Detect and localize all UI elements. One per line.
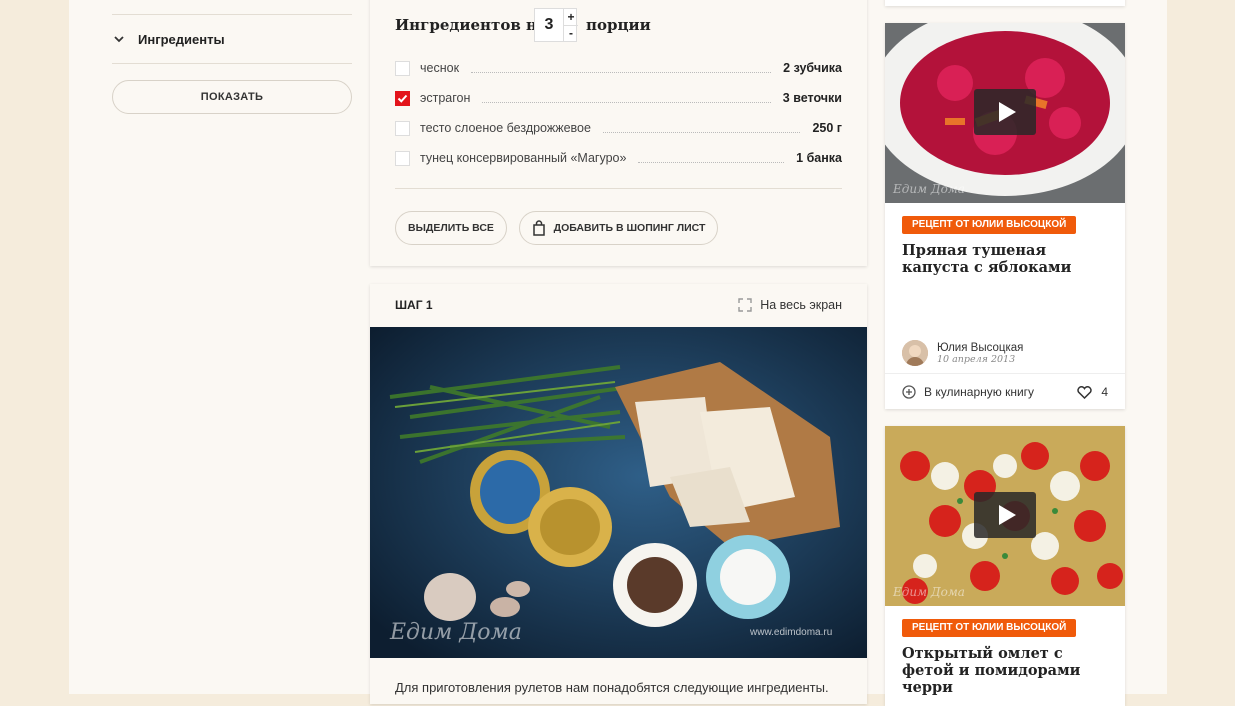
recipe-card-previous bbox=[885, 0, 1125, 6]
ingredient-amount: 1 банка bbox=[796, 151, 842, 165]
ingredient-checkbox[interactable] bbox=[395, 120, 410, 136]
likes-count: 4 bbox=[1101, 385, 1108, 399]
photo-watermark-logo: Едим Дома bbox=[389, 620, 522, 645]
filter-label: Ингредиенты bbox=[138, 31, 225, 47]
recipe-title[interactable]: Пряная тушеная капуста с яблоками bbox=[902, 242, 1112, 276]
leader-dots bbox=[638, 154, 785, 163]
checkmark-icon bbox=[397, 94, 408, 103]
select-all-button[interactable]: ВЫДЕЛИТЬ ВСЕ bbox=[395, 211, 507, 245]
add-to-shopping-list-label: ДОБАВИТЬ В ШОПИНГ ЛИСТ bbox=[553, 222, 706, 234]
leader-dots bbox=[602, 124, 801, 133]
ingredient-name: тесто слоеное бездрожжевое bbox=[420, 121, 591, 135]
ingredients-filter-toggle[interactable]: Ингредиенты bbox=[112, 14, 352, 64]
leader-dots bbox=[482, 94, 771, 103]
ingredient-checkbox-checked[interactable] bbox=[395, 90, 410, 106]
ingredient-amount: 3 веточки bbox=[782, 91, 842, 105]
fullscreen-button[interactable]: На весь экран bbox=[738, 298, 842, 312]
recipe-author[interactable]: Юлия Высоцкая 10 апреля 2013 bbox=[902, 340, 1023, 366]
recipe-video-thumbnail[interactable]: Едим Дома bbox=[885, 426, 1125, 606]
step-photo-image: Едим Дома www.edimdoma.ru bbox=[370, 327, 867, 658]
step-card: ШАГ 1 На весь экран Едим Дома www.edimdo… bbox=[370, 284, 867, 704]
step-photo[interactable]: Едим Дома www.edimdoma.ru bbox=[370, 327, 867, 658]
ingredient-name: чеснок bbox=[420, 61, 460, 75]
ingredient-name: тунец консервированный «Магуро» bbox=[420, 151, 627, 165]
ingredients-title-prefix: Ингредиентов на bbox=[395, 16, 547, 34]
step-description: Для приготовления рулетов нам понадобятс… bbox=[395, 680, 829, 695]
ingredient-checkbox[interactable] bbox=[395, 150, 410, 166]
add-to-cookbook-link[interactable]: В кулинарную книгу bbox=[924, 385, 1034, 399]
servings-plus-button[interactable]: + bbox=[563, 9, 578, 26]
step-title: ШАГ 1 bbox=[395, 298, 433, 312]
servings-value[interactable]: 3 bbox=[535, 9, 563, 41]
ingredients-title-suffix: порции bbox=[586, 16, 651, 34]
fullscreen-icon bbox=[738, 298, 752, 312]
recipe-author-badge[interactable]: РЕЦЕПТ ОТ ЮЛИИ ВЫСОЦКОЙ bbox=[902, 216, 1077, 234]
shopping-bag-icon bbox=[532, 220, 545, 236]
ingredient-name: эстрагон bbox=[420, 91, 471, 105]
recipe-title[interactable]: Открытый омлет с фетой и помидорами черр… bbox=[902, 645, 1112, 696]
ingredient-amount: 2 зубчика bbox=[783, 61, 842, 75]
ingredient-row[interactable]: чеснок 2 зубчика bbox=[395, 58, 842, 78]
photo-watermark-site: www.edimdoma.ru bbox=[749, 627, 832, 638]
add-circle-icon[interactable] bbox=[902, 385, 916, 399]
recipe-video-thumbnail[interactable]: Едим Дома bbox=[885, 23, 1125, 203]
recipe-author-badge[interactable]: РЕЦЕПТ ОТ ЮЛИИ ВЫСОЦКОЙ bbox=[902, 619, 1077, 637]
recipe-date: 10 апреля 2013 bbox=[937, 353, 1016, 365]
ingredient-checkbox[interactable] bbox=[395, 60, 410, 76]
ingredient-row[interactable]: эстрагон 3 веточки bbox=[395, 88, 842, 108]
avatar[interactable] bbox=[902, 340, 928, 366]
recipe-card-footer: В кулинарную книгу 4 bbox=[885, 373, 1125, 410]
ingredient-amount: 250 г bbox=[812, 121, 842, 135]
divider bbox=[395, 188, 842, 189]
play-icon[interactable] bbox=[974, 89, 1036, 135]
chevron-down-icon bbox=[114, 36, 124, 43]
show-button[interactable]: ПОКАЗАТЬ bbox=[112, 80, 352, 114]
fullscreen-label: На весь экран bbox=[760, 298, 842, 312]
author-name[interactable]: Юлия Высоцкая bbox=[937, 342, 1023, 354]
recipe-card[interactable]: Едим Дома РЕЦЕПТ ОТ ЮЛИИ ВЫСОЦКОЙ Пряная… bbox=[885, 23, 1125, 409]
servings-minus-button[interactable]: - bbox=[563, 25, 578, 41]
heart-icon[interactable] bbox=[1077, 385, 1093, 399]
recipe-card[interactable]: Едим Дома РЕЦЕПТ ОТ ЮЛИИ ВЫСОЦКОЙ Открыт… bbox=[885, 426, 1125, 706]
ingredients-card: Ингредиентов на 3 + - порции чеснок 2 зу… bbox=[370, 0, 867, 266]
ingredient-row[interactable]: тунец консервированный «Магуро» 1 банка bbox=[395, 148, 842, 168]
ingredient-row[interactable]: тесто слоеное бездрожжевое 250 г bbox=[395, 118, 842, 138]
thumbnail-watermark-logo: Едим Дома bbox=[892, 182, 965, 196]
servings-stepper[interactable]: 3 + - bbox=[534, 8, 578, 42]
play-icon[interactable] bbox=[974, 492, 1036, 538]
add-to-shopping-list-button[interactable]: ДОБАВИТЬ В ШОПИНГ ЛИСТ bbox=[519, 211, 718, 245]
thumbnail-watermark-logo: Едим Дома bbox=[892, 585, 965, 599]
leader-dots bbox=[471, 64, 772, 73]
avatar-image bbox=[902, 340, 928, 366]
